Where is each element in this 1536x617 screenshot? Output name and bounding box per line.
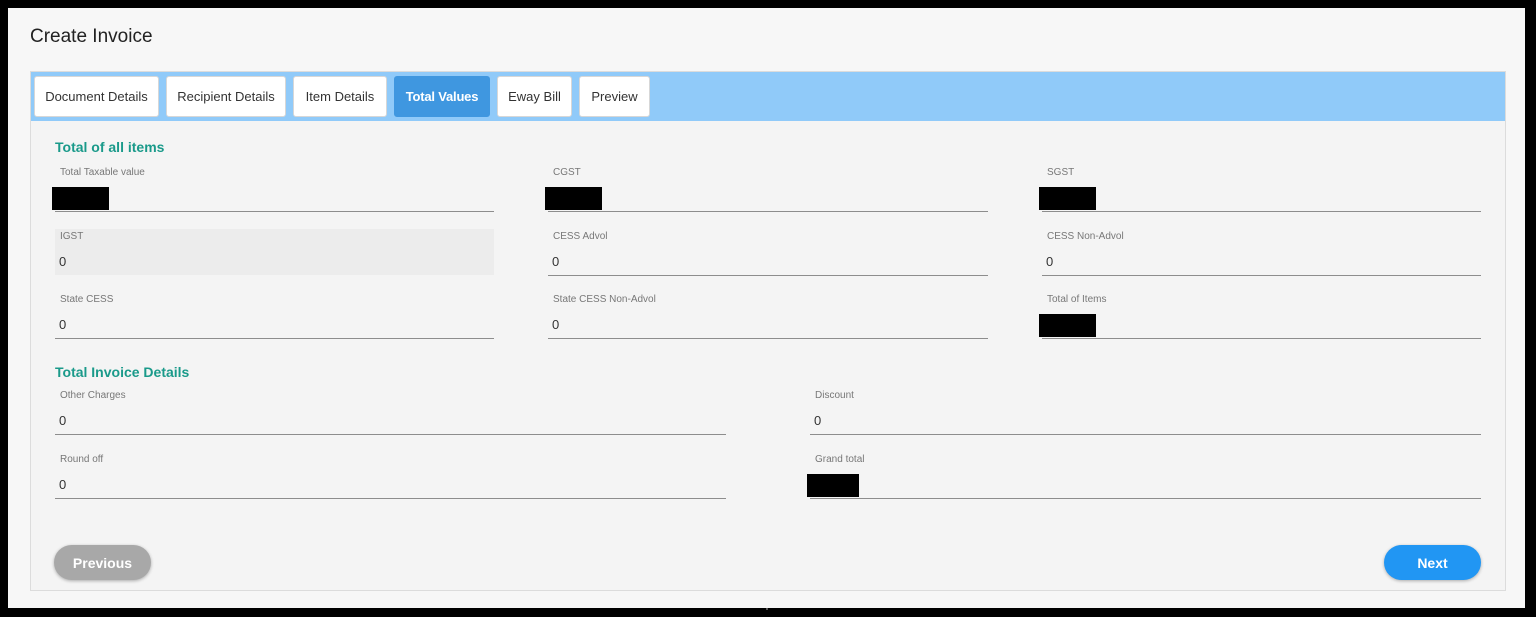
next-button[interactable]: Next [1384, 545, 1481, 580]
invoice-form-card: Document Details Recipient Details Item … [30, 71, 1506, 591]
previous-button[interactable]: Previous [54, 545, 151, 580]
field-label: Round off [60, 454, 104, 465]
tab-bar: Document Details Recipient Details Item … [31, 72, 1505, 121]
redacted-value [52, 187, 109, 210]
field-value: 0 [59, 413, 67, 428]
section-title-total-items: Total of all items [55, 139, 165, 155]
other-charges-field[interactable]: Other Charges 0 [55, 388, 726, 435]
tab-item-details[interactable]: Item Details [293, 76, 387, 117]
field-value: 0 [552, 317, 560, 332]
field-value: 0 [59, 317, 67, 332]
field-value: 0 [814, 413, 822, 428]
field-label: SGST [1047, 167, 1075, 178]
igst-field: IGST 0 [55, 229, 494, 275]
sgst-field[interactable]: SGST [1039, 165, 1481, 212]
tab-preview[interactable]: Preview [579, 76, 650, 117]
field-label: Grand total [815, 454, 865, 465]
field-value: 0 [59, 254, 67, 269]
total-of-items-field[interactable]: Total of Items [1039, 292, 1481, 339]
page-title: Create Invoice [30, 26, 153, 47]
app-window: Create Invoice Document Details Recipien… [8, 8, 1525, 610]
field-label: IGST [60, 231, 84, 242]
field-label: State CESS Non-Advol [553, 294, 656, 305]
round-off-field[interactable]: Round off 0 [55, 452, 726, 499]
field-label: Total of Items [1047, 294, 1107, 305]
divider-dot [766, 608, 768, 610]
cgst-field[interactable]: CGST [545, 165, 988, 212]
discount-field[interactable]: Discount 0 [810, 388, 1481, 435]
section-title-invoice-details: Total Invoice Details [55, 364, 190, 380]
field-label: CESS Non-Advol [1047, 231, 1124, 242]
tab-document-details[interactable]: Document Details [34, 76, 159, 117]
field-label: Other Charges [60, 390, 126, 401]
redacted-value [545, 187, 602, 210]
cess-non-advol-field[interactable]: CESS Non-Advol 0 [1042, 229, 1481, 276]
tab-recipient-details[interactable]: Recipient Details [166, 76, 286, 117]
field-label: Total Taxable value [60, 167, 145, 178]
cess-advol-field[interactable]: CESS Advol 0 [548, 229, 988, 276]
field-label: Discount [815, 390, 854, 401]
redacted-value [1039, 187, 1096, 210]
field-label: CGST [553, 167, 581, 178]
field-label: CESS Advol [553, 231, 608, 242]
total-taxable-value-field[interactable]: Total Taxable value [52, 165, 494, 212]
field-label: State CESS [60, 294, 114, 305]
state-cess-field[interactable]: State CESS 0 [55, 292, 494, 339]
field-value: 0 [552, 254, 560, 269]
redacted-value [1039, 314, 1096, 337]
tab-eway-bill[interactable]: Eway Bill [497, 76, 572, 117]
field-value: 0 [1046, 254, 1054, 269]
grand-total-field[interactable]: Grand total [807, 452, 1481, 499]
redacted-value [807, 474, 859, 497]
state-cess-non-advol-field[interactable]: State CESS Non-Advol 0 [548, 292, 988, 339]
tab-total-values[interactable]: Total Values [394, 76, 490, 117]
field-value: 0 [59, 477, 67, 492]
